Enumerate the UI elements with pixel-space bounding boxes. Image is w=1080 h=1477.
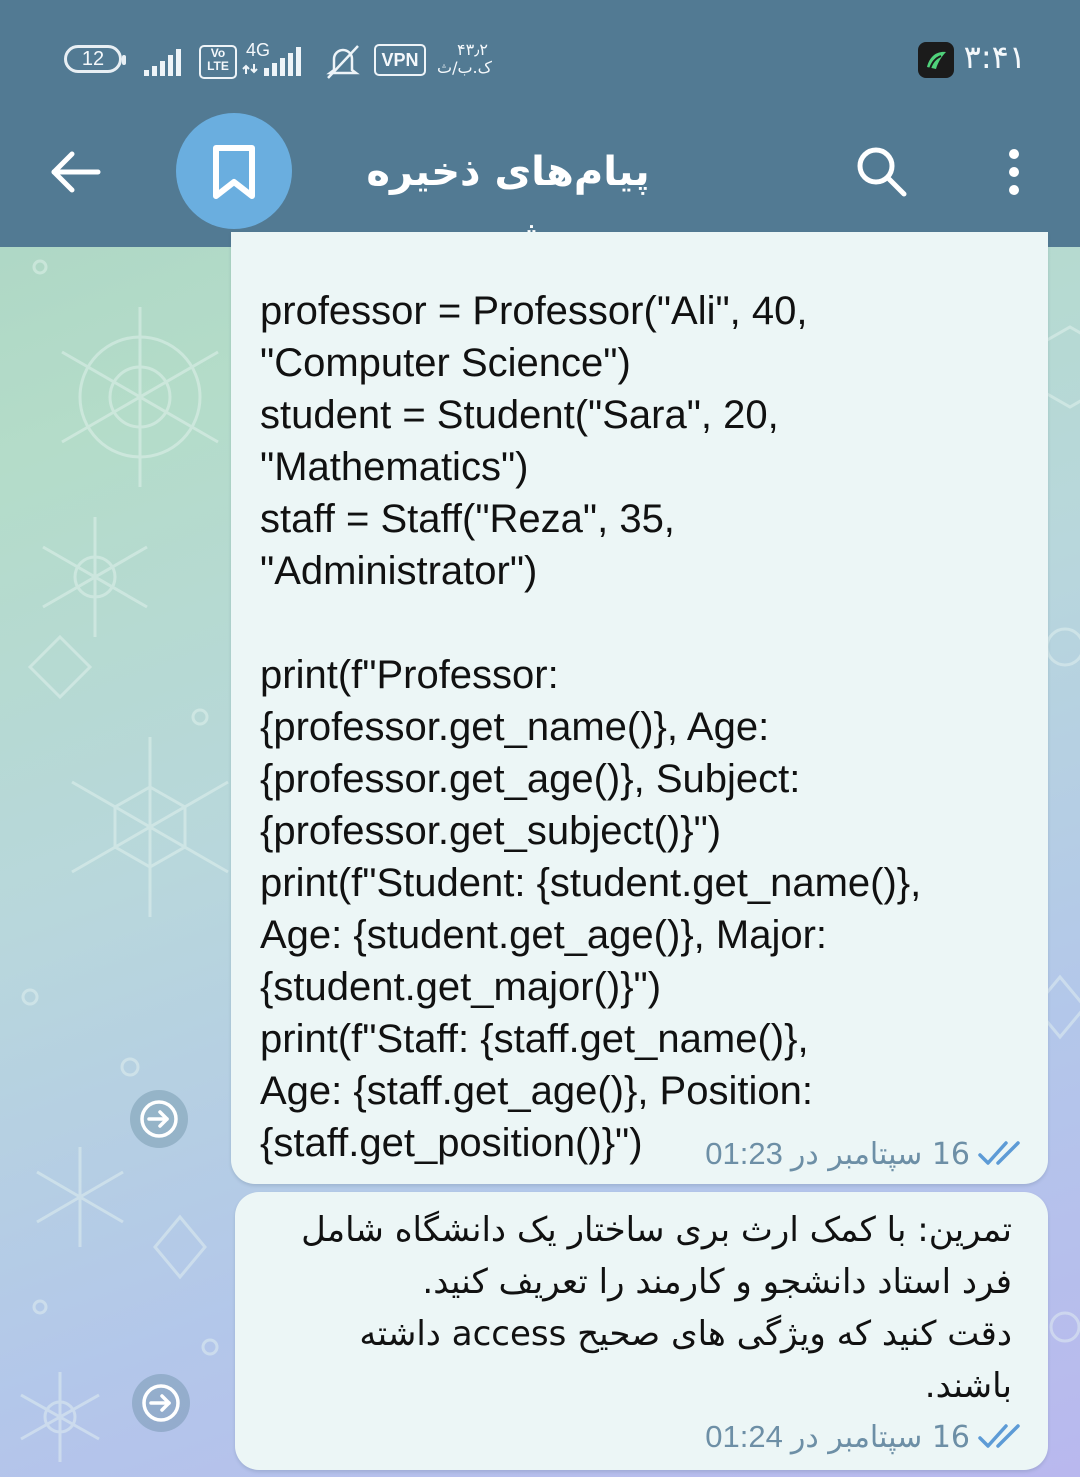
message-line: Age: {student.get_age()}, Major: bbox=[260, 913, 828, 957]
message-line: student = Student("Sara", 20, bbox=[260, 393, 779, 437]
forward-arrow-icon bbox=[142, 1384, 180, 1422]
double-check-icon bbox=[978, 1424, 1020, 1448]
message-line: staff = Staff("Reza", 35, bbox=[260, 497, 675, 541]
forward-message-button[interactable] bbox=[132, 1374, 190, 1432]
message-date: 16 سپتامبر در bbox=[790, 1136, 970, 1172]
signal-icon bbox=[144, 49, 181, 76]
more-vertical-icon[interactable] bbox=[996, 142, 1032, 202]
arrow-left-icon[interactable] bbox=[46, 142, 106, 202]
message-line: "Administrator") bbox=[260, 549, 538, 593]
signal-icon-2 bbox=[242, 47, 301, 76]
message-line: print(f"Student: {student.get_name()}, bbox=[260, 861, 922, 905]
message-line: باشند. bbox=[924, 1366, 1012, 1406]
message-meta: 01:23 16 سپتامبر در bbox=[705, 1134, 1026, 1174]
message-line: "Mathematics") bbox=[260, 445, 529, 489]
search-icon[interactable] bbox=[852, 142, 912, 202]
double-check-icon bbox=[978, 1141, 1020, 1165]
message-line: دقت کنید که ویژگی های صحیح access داشته bbox=[359, 1314, 1012, 1354]
message-line: {professor.get_subject()}") bbox=[260, 809, 722, 853]
speed-unit: ک.ب/ث bbox=[437, 58, 492, 77]
volte-badge: Vo LTE bbox=[199, 45, 237, 79]
battery-indicator: 12 bbox=[64, 45, 126, 73]
message-line: Age: {staff.get_age()}, Position: bbox=[260, 1069, 813, 1113]
message-line: {student.get_major()}") bbox=[260, 965, 662, 1009]
message-line: فرد استاد دانشجو و کارمند را تعریف کنید. bbox=[422, 1262, 1012, 1302]
message-date: 16 سپتامبر در bbox=[790, 1419, 970, 1455]
message-line: print(f"Professor: bbox=[260, 653, 559, 697]
message-meta: 01:24 16 سپتامبر در bbox=[705, 1417, 1026, 1457]
message-line: {staff.get_position()}") bbox=[260, 1121, 643, 1165]
message-line: print(f"Staff: {staff.get_name()}, bbox=[260, 1017, 809, 1061]
message-line: {professor.get_name()}, Age: bbox=[260, 705, 770, 749]
status-bar: 12 Vo LTE 4G VPN ۴۳٫۲ ک.ب/ث ۳:۴۱ bbox=[0, 0, 1080, 120]
message-time: 01:23 bbox=[705, 1136, 783, 1171]
avatar[interactable] bbox=[176, 113, 292, 229]
vpn-badge: VPN bbox=[374, 44, 426, 76]
bookmark-icon bbox=[213, 145, 255, 199]
chat-title[interactable]: پیام‌های ذخیره شده bbox=[318, 140, 698, 259]
message-line: professor = Professor("Ali", 40, bbox=[260, 289, 808, 333]
message-time: 01:24 bbox=[705, 1419, 783, 1454]
mute-bell-icon bbox=[326, 45, 360, 79]
speed-value: ۴۳٫۲ bbox=[457, 40, 488, 59]
app-notification-icon bbox=[918, 42, 954, 78]
forward-message-button[interactable] bbox=[130, 1090, 188, 1148]
forward-arrow-icon bbox=[140, 1100, 178, 1138]
status-clock: ۳:۴۱ bbox=[963, 38, 1026, 76]
message-line: {professor.get_age()}, Subject: bbox=[260, 757, 801, 801]
message-line: تمرین: با کمک ارث بری ساختار یک دانشگاه … bbox=[301, 1210, 1012, 1250]
message-line: "Computer Science") bbox=[260, 341, 631, 385]
